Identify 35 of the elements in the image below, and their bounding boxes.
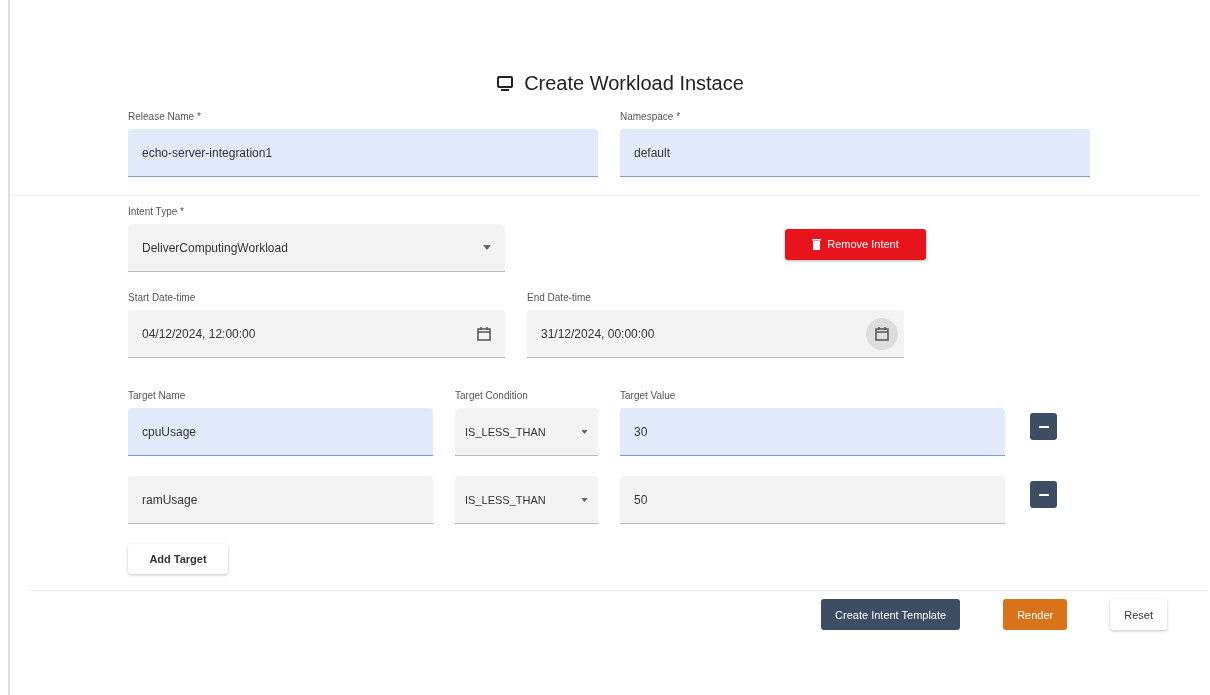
target-value-field[interactable]: 30 — [620, 408, 1005, 456]
caret-icon — [581, 429, 588, 434]
target-condition-select[interactable]: IS_LESS_THAN — [455, 476, 598, 524]
action-button[interactable]: Reset — [1110, 599, 1167, 630]
minus-icon — [1038, 425, 1049, 428]
target-condition-select[interactable]: IS_LESS_THAN — [455, 408, 598, 456]
intent-type-select[interactable]: DeliverComputingWorkload — [128, 224, 505, 272]
target-value-field[interactable]: 50 — [620, 476, 1005, 524]
start-datetime-field[interactable]: 04/12/2024, 12:00:00 — [128, 310, 505, 358]
add-target-button[interactable]: Add Target — [128, 544, 228, 574]
column-label: Target Name — [128, 390, 187, 401]
action-button[interactable]: Create Intent Template — [821, 599, 961, 630]
release-name-field[interactable]: echo-server-integration1 — [128, 129, 598, 177]
calendar-icon[interactable] — [477, 326, 491, 341]
form-title: Create Workload Instace — [524, 72, 744, 95]
caret-icon — [483, 245, 491, 250]
column-label: Target Condition — [455, 390, 529, 401]
trash-icon — [812, 238, 822, 250]
remove-intent-button[interactable]: Remove Intent — [785, 228, 926, 260]
remove-target-button[interactable] — [1030, 413, 1057, 440]
field-label: Namespace * — [620, 111, 682, 122]
column-label: Target Value — [620, 390, 677, 401]
field-label: Intent Type * — [128, 206, 185, 217]
field-label: Release Name * — [128, 111, 202, 122]
end-datetime-field[interactable]: 31/12/2024, 00:00:00 — [527, 310, 904, 358]
field-label: Start Date-time — [128, 292, 197, 303]
target-name-field[interactable]: ramUsage — [128, 476, 433, 524]
caret-icon — [581, 497, 588, 502]
remove-target-button[interactable] — [1030, 481, 1057, 508]
target-name-field[interactable]: cpuUsage — [128, 408, 433, 456]
field-label: End Date-time — [527, 292, 592, 303]
monitor-icon — [496, 74, 515, 93]
namespace-field[interactable]: default — [620, 129, 1090, 177]
calendar-icon[interactable] — [866, 317, 898, 350]
minus-icon — [1038, 493, 1049, 496]
